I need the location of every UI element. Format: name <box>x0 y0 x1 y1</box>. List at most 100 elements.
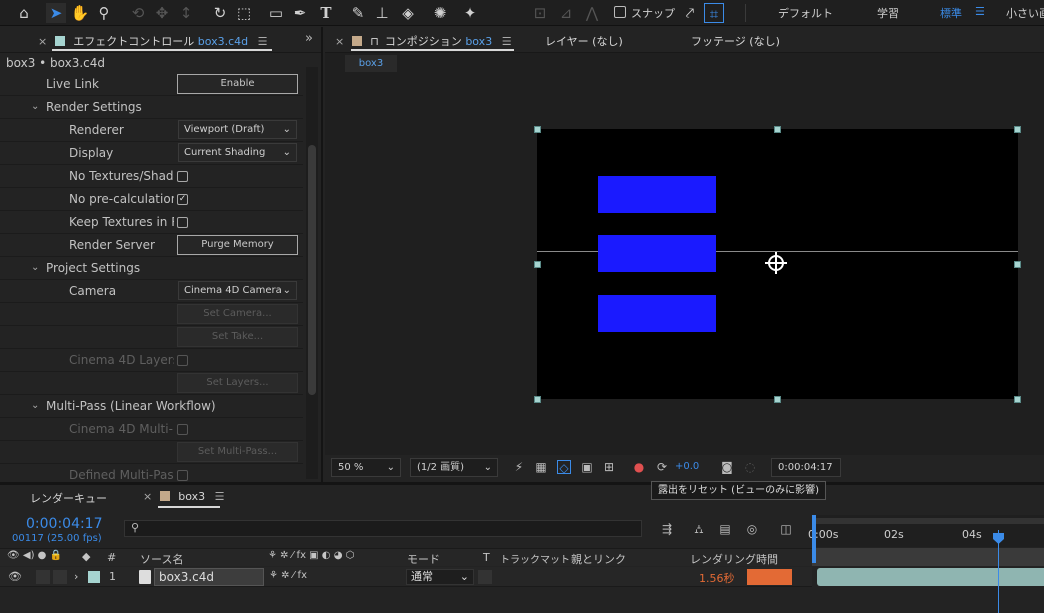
reset-exposure-icon[interactable]: ⟳ <box>655 460 669 474</box>
eraser-tool-icon[interactable]: ◈ <box>398 3 418 23</box>
pan-tool-icon[interactable]: ✥ <box>152 3 172 23</box>
layer-switches-icons[interactable]: ⚘ ✲ ⁄ fx <box>269 570 307 581</box>
color-channel-icon[interactable]: ● <box>632 460 646 474</box>
work-area-bar[interactable] <box>812 518 1044 524</box>
brush-tool-icon[interactable]: ✎ <box>348 3 368 23</box>
set-layers-button[interactable]: Set Layers... <box>177 373 298 393</box>
renderer-dropdown[interactable]: Viewport (Draft) ⌄ <box>178 120 297 139</box>
col-source-name[interactable]: ソース名 <box>140 551 183 567</box>
transform-handle[interactable] <box>1014 126 1021 133</box>
stamp-tool-icon[interactable]: ⊥ <box>372 3 392 23</box>
layer-name-field[interactable]: box3.c4d <box>154 568 264 586</box>
show-snapshot-icon[interactable]: ◌ <box>743 460 757 474</box>
rectangle-tool-icon[interactable]: ▭ <box>266 3 286 23</box>
defined-multipass-checkbox[interactable] <box>177 470 188 481</box>
panel-expand-icon[interactable]: » <box>305 31 313 46</box>
camera-dropdown[interactable]: Cinema 4D Camera ⌄ <box>178 281 297 300</box>
set-multipass-button[interactable]: Set Multi-Pass... <box>177 442 298 462</box>
composition-tab[interactable]: × ⊓ コンポジション box3 ☰ <box>335 33 512 49</box>
workspace-learn[interactable]: 学習 <box>877 5 899 21</box>
no-textures-checkbox[interactable] <box>177 171 188 182</box>
workspace-small-screen[interactable]: 小さい画 <box>1006 5 1044 21</box>
close-icon[interactable]: × <box>143 490 152 503</box>
purge-memory-button[interactable]: Purge Memory <box>177 235 298 255</box>
display-dropdown[interactable]: Current Shading ⌄ <box>178 143 297 162</box>
anchor-tool-icon[interactable]: ⬚ <box>234 3 254 23</box>
chevron-down-icon[interactable]: ⌄ <box>31 400 39 411</box>
dolly-tool-icon[interactable]: ↕ <box>176 3 196 23</box>
transform-handle[interactable] <box>774 396 781 403</box>
flowchart-tab[interactable]: box3 <box>345 55 397 72</box>
close-icon[interactable]: × <box>38 35 47 48</box>
selection-tool-icon[interactable]: ➤ <box>46 3 66 23</box>
composition-mini-flowchart-icon[interactable]: ⇶ <box>660 522 674 536</box>
axis-icon[interactable]: ⋀ <box>582 3 602 23</box>
layer-duration-bar[interactable] <box>817 568 1044 586</box>
timeline-comp-tab[interactable]: × box3 ☰ <box>143 490 224 503</box>
snap-feature-icon[interactable]: ⌗ <box>704 3 724 23</box>
chevron-down-icon[interactable]: ⌄ <box>31 101 39 112</box>
c4d-multipass-checkbox[interactable] <box>177 424 188 435</box>
panel-menu-icon[interactable]: ☰ <box>502 35 512 48</box>
composition-canvas[interactable] <box>537 129 1018 399</box>
type-tool-icon[interactable]: T <box>316 3 336 23</box>
frame-blending-icon[interactable]: ▤ <box>718 522 732 536</box>
footage-tab[interactable]: フッテージ (なし) <box>691 33 780 49</box>
panel-menu-icon[interactable]: ☰ <box>215 490 225 503</box>
region-of-interest-icon[interactable]: ▣ <box>580 460 594 474</box>
multipass-row[interactable]: ⌄ Multi-Pass (Linear Workflow) <box>0 395 303 418</box>
layer-search-input[interactable]: ⚲ <box>124 520 642 537</box>
lock-icon[interactable]: ⊓ <box>370 35 379 48</box>
mask-visibility-icon[interactable]: ◇ <box>557 460 571 475</box>
layer-label-color[interactable] <box>88 571 100 583</box>
graph-editor-icon[interactable]: ◫ <box>779 522 793 536</box>
close-icon[interactable]: × <box>335 35 344 48</box>
snap-edge-icon[interactable]: ⤤ <box>680 3 700 23</box>
set-camera-button[interactable]: Set Camera... <box>177 304 298 324</box>
render-queue-tab[interactable]: レンダーキュー <box>30 490 107 506</box>
transform-handle[interactable] <box>774 126 781 133</box>
transform-handle[interactable] <box>534 261 541 268</box>
puppet-pin-icon[interactable]: ✦ <box>460 3 480 23</box>
resolution-dropdown[interactable]: (1/2 画質) ⌄ <box>410 458 498 477</box>
layer-tab[interactable]: レイヤー (なし) <box>545 33 623 49</box>
lock-switch[interactable] <box>53 570 67 584</box>
project-settings-row[interactable]: ⌄ Project Settings <box>0 257 303 280</box>
chevron-down-icon[interactable]: ⌄ <box>31 262 39 273</box>
transform-handle[interactable] <box>1014 261 1021 268</box>
work-area-start-marker[interactable] <box>812 515 816 563</box>
hand-tool-icon[interactable]: ✋ <box>70 3 90 23</box>
motion-blur-icon[interactable]: ◎ <box>745 522 759 536</box>
home-icon[interactable]: ⌂ <box>14 3 34 23</box>
transform-handle[interactable] <box>534 396 541 403</box>
c4d-layers-checkbox[interactable] <box>177 355 188 366</box>
current-time-field[interactable]: 0:00:04:17 <box>771 458 841 477</box>
guides-icon[interactable]: ⊞ <box>602 460 616 474</box>
draft-3d-icon[interactable]: ⛼ <box>692 522 706 536</box>
current-time-display[interactable]: 0:00:04:17 <box>26 516 103 532</box>
blend-mode-dropdown[interactable]: 通常 ⌄ <box>406 569 474 585</box>
chevron-right-icon[interactable]: › <box>74 570 78 583</box>
roto-brush-icon[interactable]: ✺ <box>430 3 450 23</box>
snapshot-icon[interactable]: ◙ <box>720 460 734 474</box>
set-take-button[interactable]: Set Take... <box>177 327 298 347</box>
snap-checkbox[interactable] <box>614 6 626 18</box>
distribute-icon[interactable]: ⊿ <box>556 3 576 23</box>
enable-button[interactable]: Enable <box>177 74 298 94</box>
align-icon[interactable]: ⊡ <box>530 3 550 23</box>
workspace-standard[interactable]: 標準 <box>940 5 962 21</box>
eye-icon[interactable]: 👁 <box>8 570 22 583</box>
transparency-grid-icon[interactable]: ▦ <box>534 460 548 474</box>
render-settings-row[interactable]: ⌄ Render Settings <box>0 96 303 119</box>
preserve-transparency-switch[interactable] <box>478 570 492 584</box>
exposure-value[interactable]: +0.0 <box>675 461 699 472</box>
effect-scrollbar-thumb[interactable] <box>308 145 316 395</box>
effect-controls-tab[interactable]: × エフェクトコントロール box3.c4d ☰ <box>38 33 268 49</box>
pen-tool-icon[interactable]: ✒ <box>290 3 310 23</box>
rotate-tool-icon[interactable]: ↻ <box>210 3 230 23</box>
zoom-dropdown[interactable]: 50 % ⌄ <box>331 458 401 477</box>
transform-handle[interactable] <box>1014 396 1021 403</box>
orbit-tool-icon[interactable]: ⟲ <box>128 3 148 23</box>
solo-switch[interactable] <box>36 570 50 584</box>
workspace-menu-icon[interactable]: ☰ <box>975 5 985 18</box>
